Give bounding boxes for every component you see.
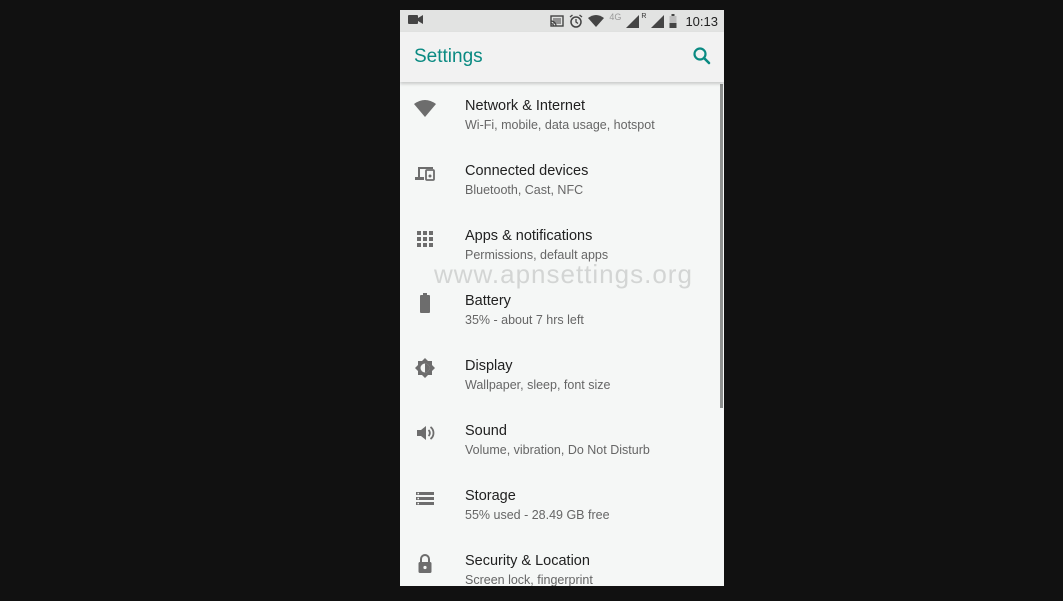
- battery-icon: [414, 292, 436, 314]
- volume-icon: [414, 422, 436, 444]
- alarm-icon: [569, 14, 583, 28]
- settings-item-summary: 55% used - 28.49 GB free: [465, 508, 610, 522]
- settings-item-title: Apps & notifications: [465, 228, 593, 244]
- brightness-icon: [414, 357, 436, 379]
- devices-icon: [414, 162, 436, 184]
- settings-item-summary: Volume, vibration, Do Not Disturb: [465, 443, 650, 457]
- wifi-icon: [588, 15, 605, 27]
- settings-item-connected-devices[interactable]: Connected devices Bluetooth, Cast, NFC: [400, 147, 724, 212]
- page-title: Settings: [414, 46, 483, 67]
- settings-item-battery[interactable]: Battery 35% - about 7 hrs left: [400, 277, 724, 342]
- signal-icon: [626, 14, 640, 28]
- settings-item-summary: Wi-Fi, mobile, data usage, hotspot: [465, 118, 655, 132]
- status-bar: 4G R 10:13: [400, 10, 724, 32]
- settings-item-title: Connected devices: [465, 163, 589, 179]
- network-type-label: 4G: [609, 12, 622, 22]
- scrollbar[interactable]: [720, 84, 723, 408]
- storage-icon: [414, 487, 436, 509]
- settings-item-summary: Permissions, default apps: [465, 248, 609, 262]
- settings-item-summary: 35% - about 7 hrs left: [465, 313, 584, 327]
- apps-grid-icon: [414, 227, 436, 249]
- video-camera-icon: [408, 14, 423, 25]
- settings-item-summary: Wallpaper, sleep, font size: [465, 378, 611, 392]
- settings-item-network[interactable]: Network & Internet Wi-Fi, mobile, data u…: [400, 82, 724, 147]
- search-button[interactable]: [692, 46, 712, 66]
- search-icon: [692, 46, 712, 66]
- settings-list: Network & Internet Wi-Fi, mobile, data u…: [400, 82, 724, 586]
- app-bar: Settings: [400, 32, 724, 82]
- wifi-icon: [414, 97, 436, 119]
- settings-item-apps[interactable]: Apps & notifications Permissions, defaul…: [400, 212, 724, 277]
- settings-item-summary: Screen lock, fingerprint: [465, 573, 593, 586]
- cast-icon: [550, 15, 565, 27]
- settings-item-title: Storage: [465, 488, 516, 504]
- signal-icon: [651, 14, 665, 28]
- battery-icon: [669, 14, 677, 28]
- settings-item-title: Network & Internet: [465, 98, 586, 114]
- lock-icon: [414, 552, 436, 574]
- status-time: 10:13: [685, 13, 718, 29]
- settings-item-summary: Bluetooth, Cast, NFC: [465, 183, 584, 197]
- settings-item-title: Security & Location: [465, 553, 590, 569]
- settings-item-title: Sound: [465, 423, 507, 439]
- settings-item-display[interactable]: Display Wallpaper, sleep, font size: [400, 342, 724, 407]
- roaming-label: R: [641, 12, 647, 20]
- settings-item-title: Display: [465, 358, 513, 374]
- settings-item-title: Battery: [465, 293, 511, 309]
- settings-item-storage[interactable]: Storage 55% used - 28.49 GB free: [400, 472, 724, 537]
- phone-screen: 4G R 10:13 Settings Network & Internet W…: [400, 10, 724, 586]
- settings-item-security[interactable]: Security & Location Screen lock, fingerp…: [400, 537, 724, 586]
- settings-item-sound[interactable]: Sound Volume, vibration, Do Not Disturb: [400, 407, 724, 472]
